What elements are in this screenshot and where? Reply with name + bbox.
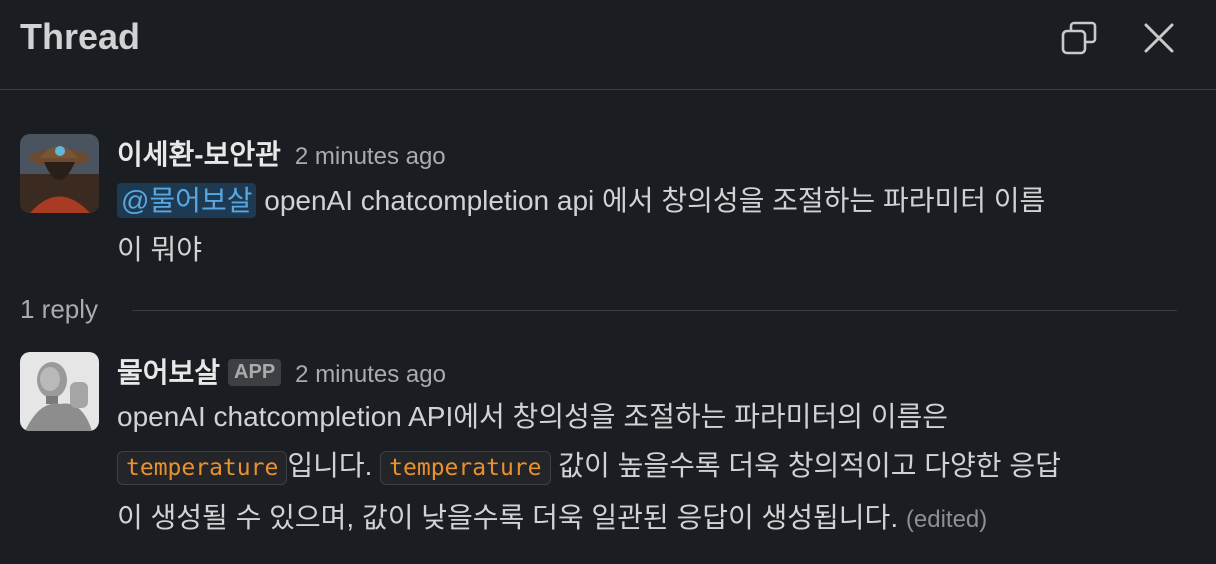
avatar[interactable]	[20, 134, 99, 213]
edited-label: (edited)	[905, 506, 988, 533]
message-meta: 이세환-보안관 2 minutes ago	[117, 133, 446, 173]
popout-window-icon	[1061, 21, 1097, 55]
popout-button[interactable]	[1057, 16, 1101, 60]
inline-code: temperature	[380, 451, 551, 485]
user-mention[interactable]: @물어보살	[117, 183, 257, 218]
reply-divider: 1 reply	[20, 290, 1177, 330]
reply-count: 1 reply	[20, 294, 99, 324]
timestamp[interactable]: 2 minutes ago	[295, 361, 446, 388]
thread-header: Thread	[0, 0, 1216, 90]
message-text: 이 생성될 수 있으며, 값이 낮을수록 더욱 일관된 응답이 생성됩니다.	[117, 502, 906, 533]
close-icon	[1144, 23, 1174, 53]
inline-code: temperature	[117, 451, 288, 485]
close-button[interactable]	[1137, 16, 1181, 60]
message-meta: 물어보살 APP 2 minutes ago	[117, 351, 446, 391]
message-text: openAI chatcompletion api 에서 창의성을 조절하는 파…	[256, 185, 1046, 216]
message-text: openAI chatcompletion API에서 창의성을 조절하는 파라…	[117, 401, 949, 432]
page-title: Thread	[20, 16, 141, 57]
author-name[interactable]: 물어보살	[117, 357, 220, 388]
timestamp[interactable]: 2 minutes ago	[295, 143, 446, 170]
message-text: 이 뭐야	[117, 234, 203, 265]
divider	[132, 310, 1177, 311]
message-body: openAI chatcompletion API에서 창의성을 조절하는 파라…	[117, 392, 1177, 544]
author-name[interactable]: 이세환-보안관	[117, 139, 281, 170]
message-body: @물어보살 openAI chatcompletion api 에서 창의성을 …	[117, 176, 1177, 274]
app-badge: APP	[228, 359, 282, 386]
avatar[interactable]	[20, 352, 99, 431]
message-text: 입니다.	[287, 450, 381, 481]
message-text: 값이 높을수록 더욱 창의적이고 다양한 응답	[550, 450, 1061, 481]
